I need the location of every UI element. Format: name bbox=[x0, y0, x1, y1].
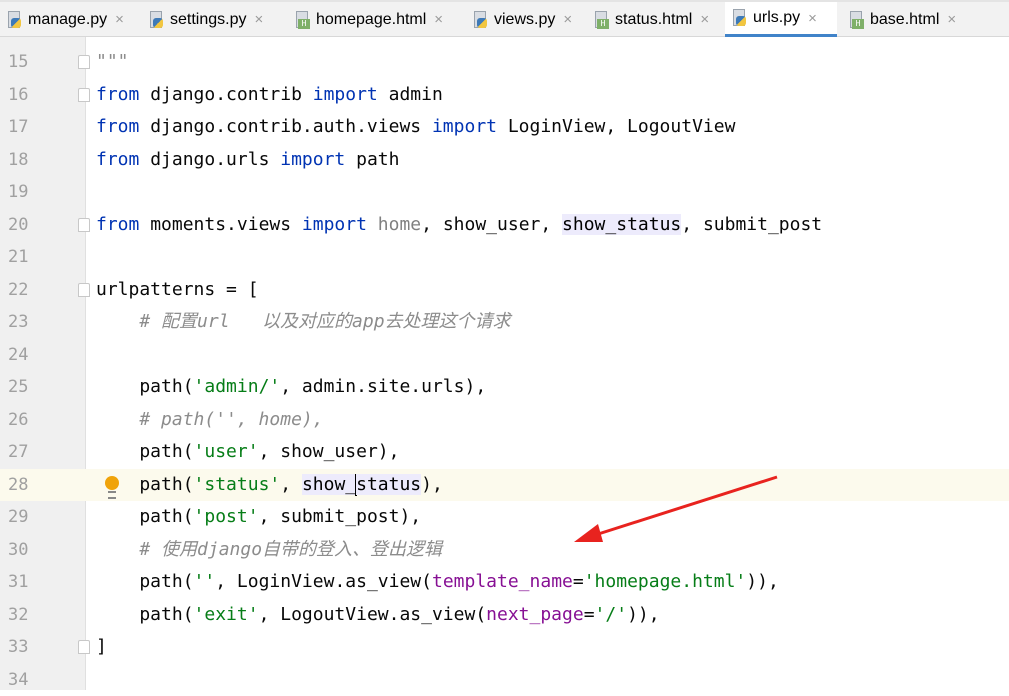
red-annotation-arrow bbox=[0, 0, 1009, 690]
arrow-shaft bbox=[592, 477, 777, 536]
arrow-head bbox=[574, 524, 603, 542]
